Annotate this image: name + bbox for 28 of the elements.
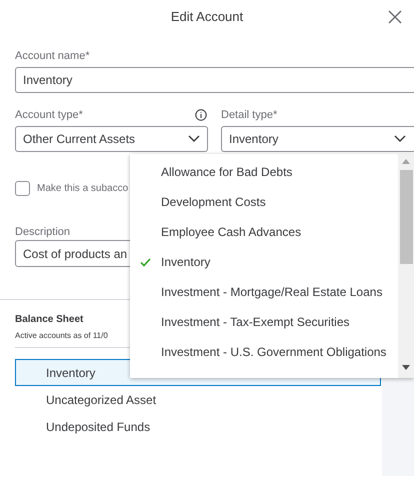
section-title: Balance Sheet (15, 313, 84, 327)
account-type-select[interactable]: Other Current Assets (15, 126, 208, 152)
close-icon[interactable] (388, 10, 402, 24)
dropdown-option[interactable]: Investment - Mortgage/Real Estate Loans (130, 277, 398, 307)
dropdown-option[interactable]: Investment - Tax-Exempt Securities (130, 307, 398, 337)
detail-type-select[interactable]: Inventory (221, 126, 414, 152)
info-icon[interactable] (195, 109, 207, 121)
scroll-up-icon[interactable] (402, 159, 410, 164)
checkbox[interactable] (15, 180, 30, 196)
dropdown-option[interactable]: Development Costs (130, 187, 398, 217)
checkbox-label: Make this a subacco (37, 182, 128, 196)
checkmark-icon (140, 258, 151, 266)
dialog-title: Edit Account (170, 8, 244, 26)
scrollbar-thumb[interactable] (400, 170, 412, 264)
field-label: Account name* (15, 49, 90, 64)
account-row[interactable]: Uncategorized Asset (15, 386, 381, 413)
input-field[interactable]: Inventory (15, 67, 414, 93)
field-label: Description (15, 225, 70, 240)
dropdown-option[interactable]: Investment - U.S. Government Obligations (130, 337, 398, 367)
account-row[interactable]: Undeposited Funds (15, 413, 381, 440)
chevron-icon (188, 135, 200, 143)
field-label: Detail type* (221, 108, 278, 123)
dropdown-option[interactable]: Allowance for Bad Debts (130, 157, 398, 187)
scrollbar[interactable] (398, 154, 414, 378)
field-label: Account type* (15, 108, 83, 123)
scroll-down-icon[interactable] (402, 365, 410, 370)
chevron-icon (394, 135, 406, 143)
section-subtitle: Active accounts as of 11/0 (15, 330, 108, 342)
